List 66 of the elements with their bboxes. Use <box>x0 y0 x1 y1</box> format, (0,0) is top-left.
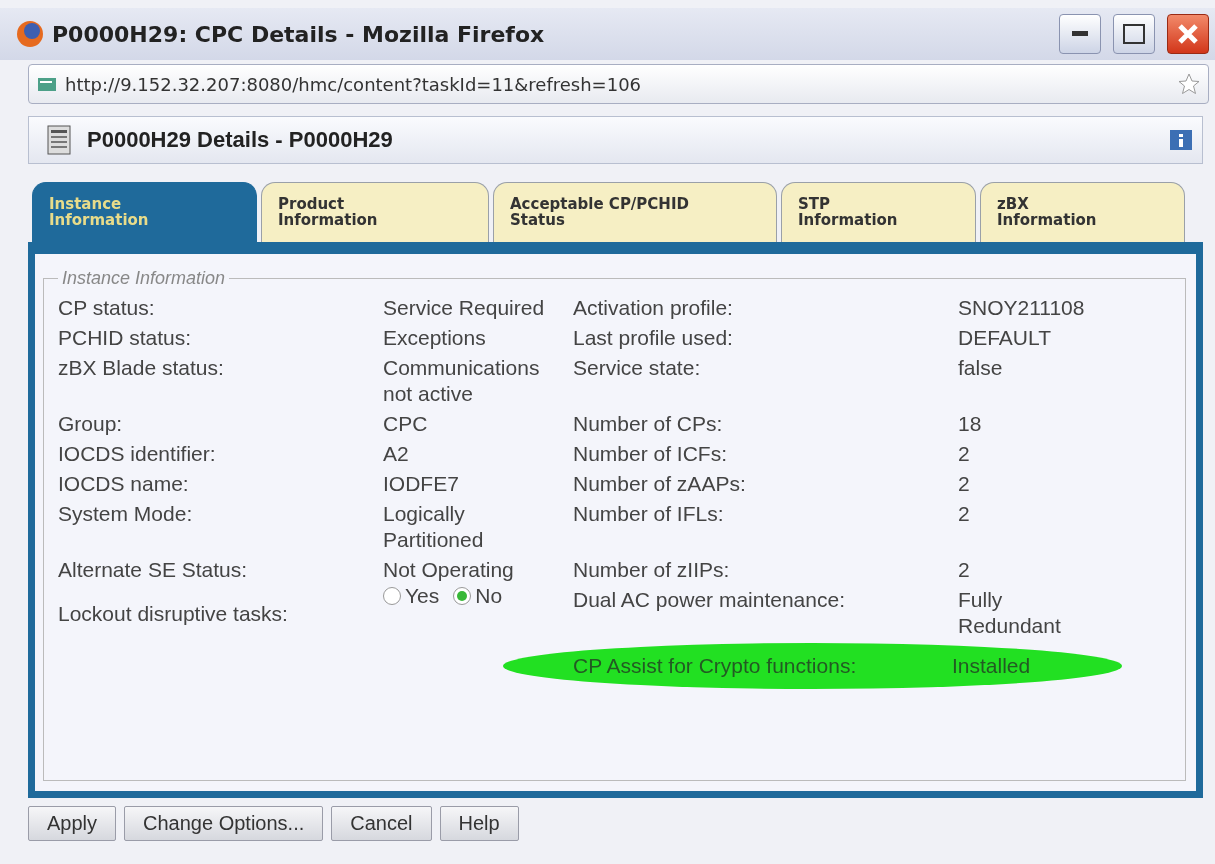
field-value: 2 <box>958 501 971 527</box>
field-value: Installed <box>952 653 1032 679</box>
field-value: Logically Partitioned <box>383 501 485 553</box>
close-button[interactable] <box>1167 14 1209 54</box>
radio-button[interactable] <box>383 587 401 605</box>
radio-option[interactable]: No <box>453 583 503 609</box>
field-label: IOCDS name: <box>58 471 190 497</box>
field-value: SNOY211108 <box>958 295 1082 321</box>
field-value: Fully Redundant <box>958 587 1062 639</box>
minimize-button[interactable] <box>1059 14 1101 54</box>
action-button[interactable]: Help <box>439 806 519 841</box>
field-label: Service state: <box>573 355 702 381</box>
field-value: CPC <box>383 411 429 437</box>
field-label: Number of zIIPs: <box>573 557 731 583</box>
field-value: DEFAULT <box>958 325 1052 351</box>
action-button[interactable]: Apply <box>28 806 117 841</box>
field-value: 2 <box>958 471 971 497</box>
maximize-icon <box>1123 24 1145 44</box>
field-label: Number of CPs: <box>573 411 724 437</box>
field-label: Dual AC power maintenance: <box>573 587 846 613</box>
field-value: A2 <box>383 441 410 467</box>
field-label: Activation profile: <box>573 295 734 321</box>
site-icon <box>37 75 57 93</box>
action-button[interactable]: Change Options... <box>124 806 324 841</box>
tab[interactable]: Instance Information <box>32 182 257 242</box>
address-bar[interactable]: http://9.152.32.207:8080/hmc/content?taskId=11&refresh=106 <box>28 64 1209 104</box>
tab[interactable]: zBX Information <box>980 182 1185 242</box>
field-value: IODFE7 <box>383 471 460 497</box>
field-label: zBX Blade status: <box>58 355 225 381</box>
field-value: Not Operating <box>383 557 515 583</box>
action-button[interactable]: Cancel <box>331 806 432 841</box>
radio-option[interactable]: Yes <box>383 583 440 609</box>
field-value: Exceptions <box>383 325 487 351</box>
field-label: Number of ICFs: <box>573 441 729 467</box>
field-label: IOCDS identifier: <box>58 441 217 467</box>
field-label: Group: <box>58 411 124 437</box>
field-label: Last profile used: <box>573 325 734 351</box>
info-icon[interactable] <box>1170 130 1192 150</box>
close-icon <box>1176 22 1200 46</box>
field-value: Service Required <box>383 295 546 321</box>
field-label: CP Assist for Crypto functions: <box>573 653 858 679</box>
field-value: Communications not active <box>383 355 541 407</box>
field-label: Number of zAAPs: <box>573 471 747 497</box>
field-label: Alternate SE Status: <box>58 557 249 583</box>
field-value: false <box>958 355 1004 381</box>
group-legend: Instance Information <box>58 268 230 289</box>
field-label: PCHID status: <box>58 325 193 351</box>
minimize-icon <box>1072 31 1088 37</box>
field-value: 2 <box>958 557 971 583</box>
window-title: P0000H29: CPC Details - Mozilla Firefox <box>52 21 546 47</box>
document-icon <box>47 125 71 155</box>
panel-title: P0000H29 Details - P0000H29 <box>87 127 394 153</box>
browser-logo-icon <box>16 20 44 48</box>
star-icon[interactable] <box>1178 73 1200 95</box>
tab[interactable]: Product Information <box>261 182 489 242</box>
field-value: 2 <box>958 441 971 467</box>
field-value: 18 <box>958 411 983 437</box>
tab[interactable]: STP Information <box>781 182 976 242</box>
field-label: CP status: <box>58 295 156 321</box>
url-text: http://9.152.32.207:8080/hmc/content?taskId=11&refresh=106 <box>65 73 643 95</box>
tab[interactable]: Acceptable CP/PCHID Status <box>493 182 777 242</box>
maximize-button[interactable] <box>1113 14 1155 54</box>
radio-button[interactable] <box>453 587 472 605</box>
field-label: Lockout disruptive tasks: <box>58 601 289 627</box>
field-label: System Mode: <box>58 501 194 527</box>
field-label: Number of IFLs: <box>573 501 725 527</box>
